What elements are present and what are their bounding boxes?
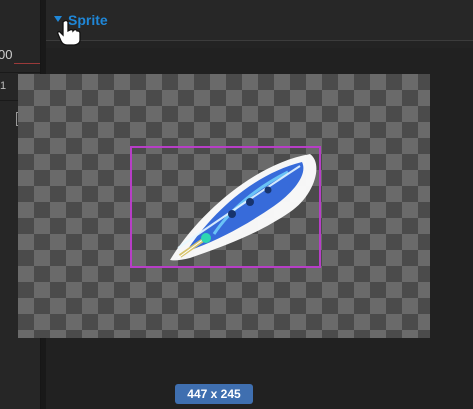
- left-panel-label: 1: [0, 80, 7, 92]
- feather-sprite: [170, 154, 317, 261]
- sprite-section-header[interactable]: Sprite: [46, 0, 473, 41]
- value-underline: [14, 63, 40, 64]
- left-panel-value: 00: [0, 47, 13, 62]
- hand-pointer-icon: [57, 19, 81, 46]
- sprite-size-badge: 447 x 245: [175, 384, 253, 404]
